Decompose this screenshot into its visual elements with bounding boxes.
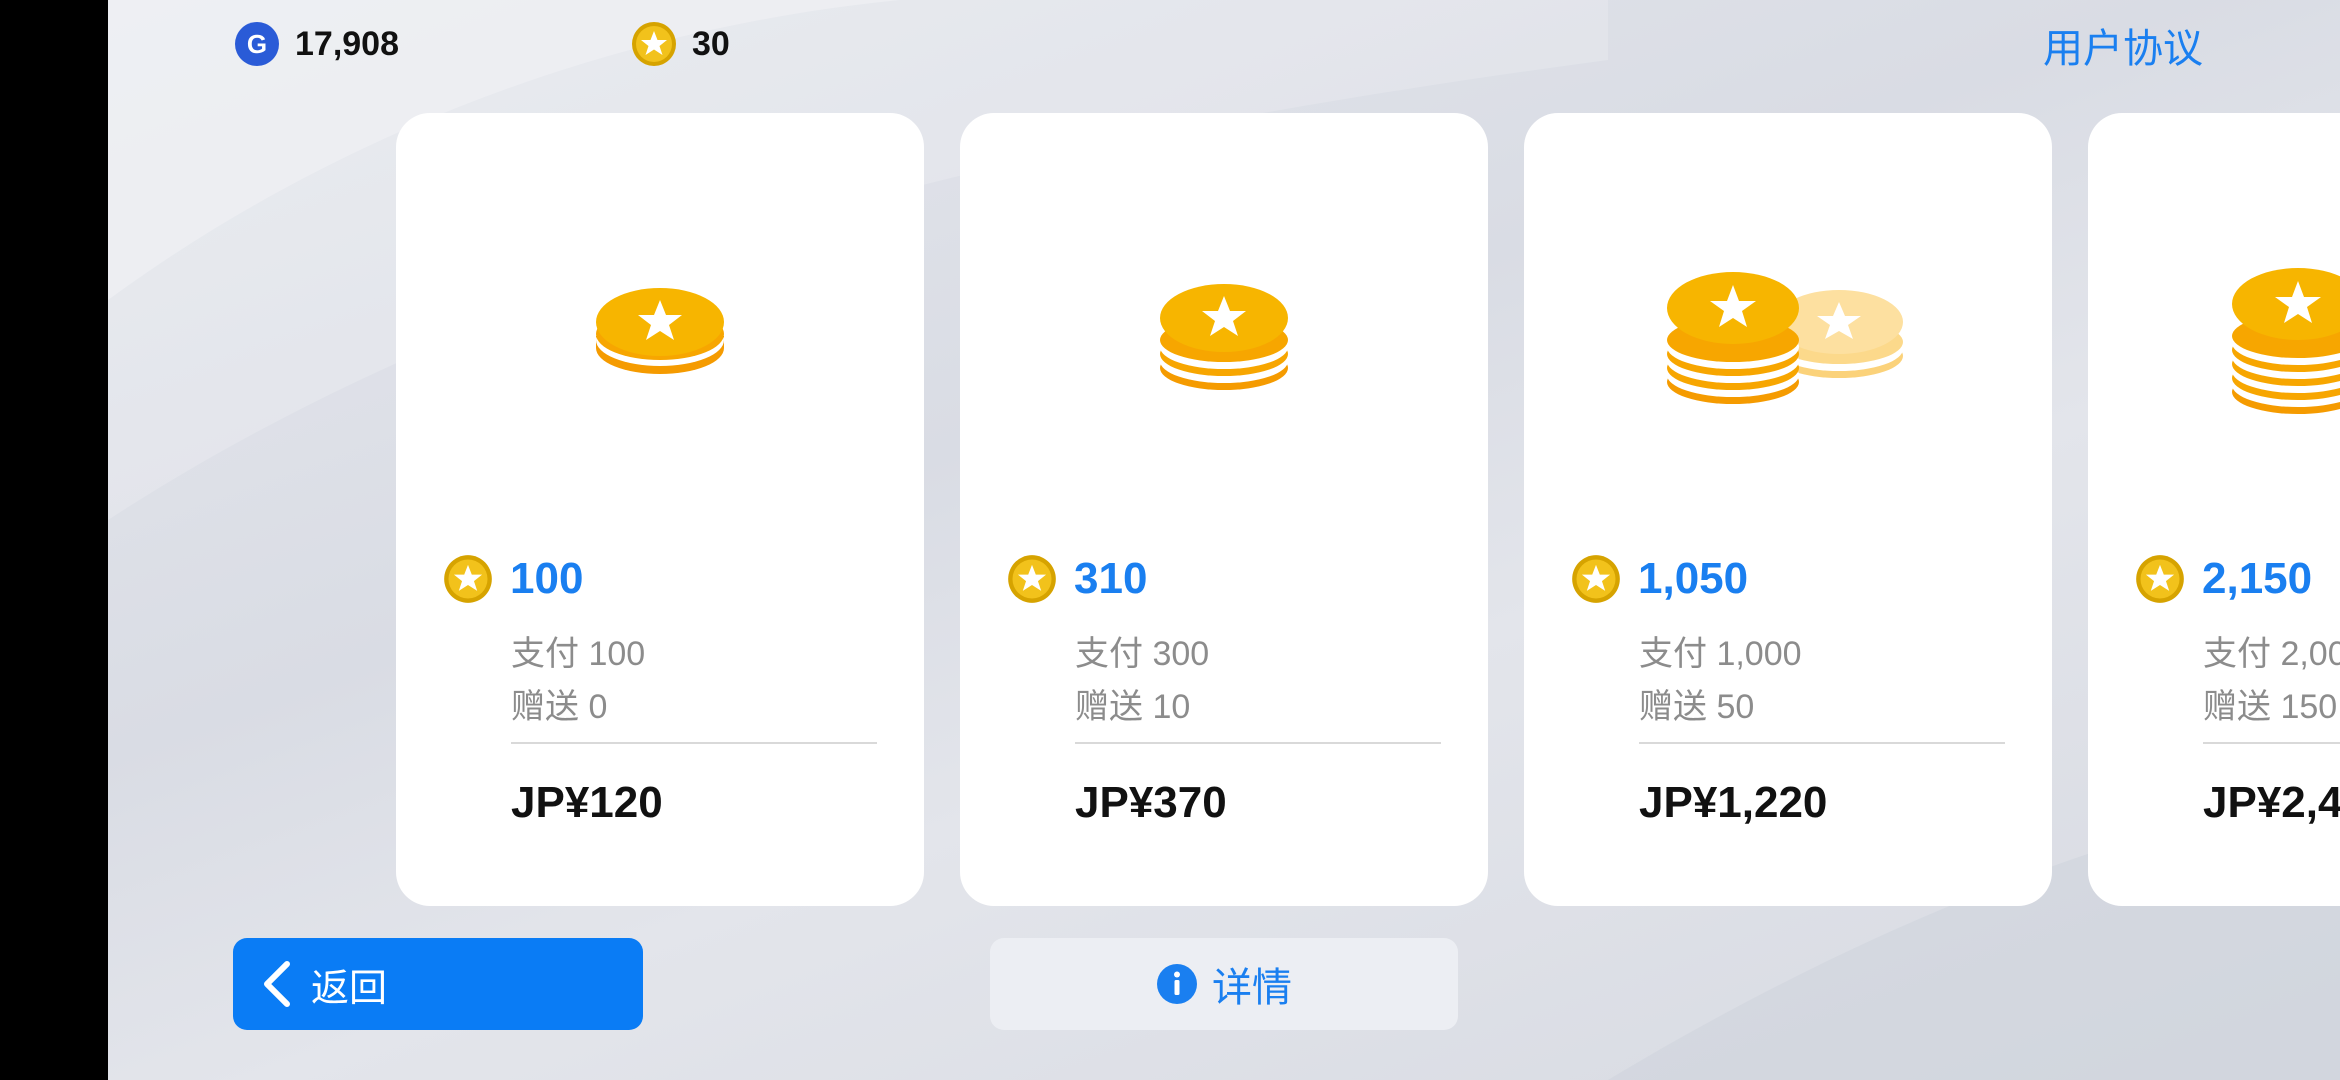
single-coin-stack-icon xyxy=(596,288,724,374)
divider xyxy=(1075,742,1441,744)
price: JP¥370 xyxy=(1075,778,1227,827)
coin-package-card-2150[interactable]: 2,150 支付 2,000 赠送 150 JP¥2,4 xyxy=(2088,113,2340,906)
pay-amount: 支付 1,000 xyxy=(1639,635,1802,673)
back-button[interactable]: 返回 xyxy=(233,938,643,1030)
coin-amount: 2,150 xyxy=(2202,554,2313,603)
price: JP¥120 xyxy=(511,778,663,827)
pay-amount: 支付 300 xyxy=(1075,635,1210,673)
star-coin-icon xyxy=(632,22,676,66)
bonus-amount: 赠送 50 xyxy=(1639,688,1755,726)
g-points-balance: G 17,908 xyxy=(233,20,399,68)
coin-art xyxy=(2088,113,2340,553)
coin-amount-row: 100 xyxy=(442,553,583,605)
coin-art xyxy=(1524,113,2052,553)
coin-amount: 310 xyxy=(1074,554,1148,603)
coin-amount: 100 xyxy=(510,554,584,603)
coin-package-card-100[interactable]: 100 支付 100 赠送 0 JP¥120 xyxy=(396,113,924,906)
coin-art xyxy=(396,113,924,553)
coin-amount-row: 310 xyxy=(1006,553,1147,605)
back-button-label: 返回 xyxy=(311,967,388,1010)
divider xyxy=(511,742,877,744)
price: JP¥1,220 xyxy=(1639,778,1828,827)
g-points-icon: G xyxy=(235,22,279,66)
coin-package-card-310[interactable]: 310 支付 300 赠送 10 JP¥370 xyxy=(960,113,1488,906)
bonus-amount: 赠送 150 xyxy=(2203,688,2338,726)
star-coin-icon xyxy=(1008,555,1056,603)
price: JP¥2,4 xyxy=(2203,778,2340,827)
g-points-value: 17,908 xyxy=(295,24,399,63)
pay-amount: 支付 100 xyxy=(511,635,646,673)
info-icon xyxy=(1157,964,1197,1004)
bonus-amount: 赠送 10 xyxy=(1075,688,1191,726)
small-coin-stack-icon xyxy=(1160,284,1288,390)
divider xyxy=(1639,742,2005,744)
coin-amount-row: 1,050 xyxy=(1570,553,1748,605)
coin-amount: 1,050 xyxy=(1638,554,1749,603)
coin-package-card-1050[interactable]: 1,050 支付 1,000 赠送 50 JP¥1,220 xyxy=(1524,113,2052,906)
large-coin-stack-icon xyxy=(2232,268,2340,414)
star-coin-value: 30 xyxy=(692,24,730,63)
bonus-amount: 赠送 0 xyxy=(511,688,608,726)
chevron-left-icon xyxy=(264,961,290,1007)
double-coin-stack-icon xyxy=(1667,272,1903,404)
star-coin-balance: 30 xyxy=(630,20,730,68)
details-button[interactable]: 详情 xyxy=(990,938,1458,1030)
star-coin-icon xyxy=(2136,555,2184,603)
star-coin-icon xyxy=(444,555,492,603)
left-black-bar xyxy=(0,0,108,1080)
details-button-label: 详情 xyxy=(1212,966,1292,1010)
divider xyxy=(2203,742,2340,744)
coin-amount-row: 2,150 xyxy=(2134,553,2312,605)
user-agreement-link[interactable]: 用户协议 xyxy=(2043,16,2203,74)
coin-art xyxy=(960,113,1488,553)
svg-text:G: G xyxy=(247,29,267,59)
store-screen: G 17,908 30 用户协议 100 支付 100 赠送 0 JP¥120 … xyxy=(108,0,2340,1080)
pay-amount: 支付 2,000 xyxy=(2203,635,2340,673)
star-coin-icon xyxy=(1572,555,1620,603)
